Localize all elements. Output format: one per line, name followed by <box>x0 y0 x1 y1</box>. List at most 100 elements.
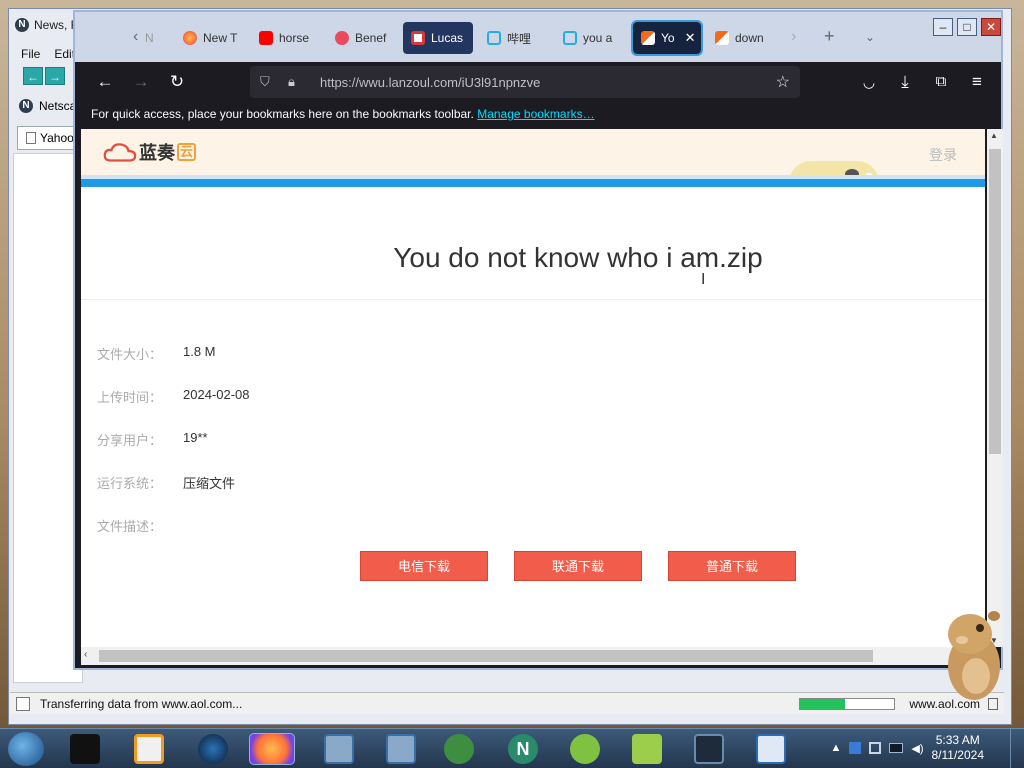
forward-arrow-icon[interactable]: → <box>129 70 153 94</box>
pocket-icon[interactable]: ◡ <box>857 70 881 94</box>
info-label: 文件大小： <box>97 347 163 362</box>
vertical-scrollbar[interactable]: ▲ ▼ <box>987 129 1003 647</box>
tray-display-icon[interactable] <box>889 743 904 753</box>
heart-icon <box>335 31 349 45</box>
text-cursor-icon: I <box>701 271 706 288</box>
tab-label: New T <box>203 31 238 45</box>
page-icon <box>26 132 36 144</box>
info-row-size: 文件大小： 1.8 M <box>97 344 216 363</box>
menu-hamburger-icon[interactable]: ≡ <box>965 70 989 94</box>
scroll-left-arrow-icon[interactable]: ‹ <box>84 649 87 660</box>
monitor-icon[interactable] <box>694 734 724 764</box>
info-value: 1.8 M <box>183 344 216 359</box>
tab-you-a[interactable]: you a <box>555 22 625 54</box>
tray-expand-icon[interactable]: ▲ <box>830 742 841 754</box>
clock-date: 8/11/2024 <box>931 748 985 762</box>
globe-icon[interactable] <box>198 734 228 764</box>
status-page-icon <box>16 696 30 711</box>
navigation-toolbar: ← → ↻ ⛉ 🔒︎ https://wwu.lanzoul.com/iU3l9… <box>75 62 1001 102</box>
tab-label: down <box>735 31 764 45</box>
tab-current[interactable]: Yo ✕ <box>631 20 703 56</box>
bg-window-title: N News, F <box>15 15 78 35</box>
back-arrow-icon[interactable]: ← <box>23 67 43 85</box>
netscape-icon: N <box>15 18 29 32</box>
bg-bookmark-item[interactable]: N Netsca <box>19 99 76 113</box>
list-all-tabs-chevron-icon[interactable]: ⌄ <box>865 30 875 44</box>
forward-arrow-icon[interactable]: → <box>45 67 65 85</box>
minimize-button[interactable]: – <box>933 18 953 36</box>
lanzou-icon <box>641 31 655 45</box>
start-button[interactable] <box>8 732 44 766</box>
menu-edit[interactable]: Edit <box>54 47 75 61</box>
horizontal-scrollbar[interactable]: ‹ <box>81 647 985 665</box>
youtube-icon <box>259 31 273 45</box>
tab-benef[interactable]: Benef <box>327 22 397 54</box>
unicom-download-button[interactable]: 联通下载 <box>514 551 642 581</box>
close-window-button[interactable]: ✕ <box>981 18 1001 36</box>
manage-bookmarks-link[interactable]: Manage bookmarks… <box>477 107 594 121</box>
info-row-description: 文件描述： <box>97 516 183 535</box>
site-logo[interactable]: 蓝奏 云 <box>103 139 197 165</box>
lanzou-icon <box>715 31 729 45</box>
new-tab-plus-icon[interactable]: + <box>824 26 835 47</box>
network-computer-icon[interactable] <box>386 734 416 764</box>
header-blue-band <box>81 175 985 187</box>
bg-window-title-text: News, F <box>34 18 79 32</box>
tab-new-tab[interactable]: New T <box>175 22 247 54</box>
netscape-taskbar-icon[interactable]: N <box>508 734 538 764</box>
tab-lucas[interactable]: Lucas <box>403 22 473 54</box>
security-shield-icon[interactable] <box>444 734 474 764</box>
status-bar: Transferring data from www.aol.com... ww… <box>10 692 1004 714</box>
shield-doc-icon[interactable] <box>756 734 786 764</box>
maximize-button[interactable]: □ <box>957 18 977 36</box>
tab-scroll-left-icon[interactable]: ‹ <box>133 28 138 46</box>
extensions-icon[interactable]: ⧉ <box>929 70 953 94</box>
bg-bookmark-label: Netsca <box>39 99 77 113</box>
clock-time: 5:33 AM <box>935 733 980 747</box>
tab-bilibili[interactable]: 哔哩 <box>479 22 549 54</box>
menu-file[interactable]: File <box>21 47 40 61</box>
address-bar[interactable]: ⛉ 🔒︎ https://wwu.lanzoul.com/iU3l91npnzv… <box>250 66 800 98</box>
tab-horse[interactable]: horse <box>251 22 321 54</box>
scroll-up-arrow-icon[interactable]: ▲ <box>990 131 998 140</box>
tab-label: horse <box>279 31 310 45</box>
info-label: 上传时间： <box>97 390 163 405</box>
info-value: 19** <box>183 430 208 445</box>
tab-close-icon[interactable]: ✕ <box>685 30 696 46</box>
puzzle-icon[interactable] <box>632 734 662 764</box>
clock[interactable]: 5:33 AM 8/11/2024 <box>932 733 985 763</box>
tab-down[interactable]: down <box>707 22 777 54</box>
terminal-icon[interactable] <box>70 734 100 764</box>
url-text[interactable]: https://wwu.lanzoul.com/iU3l91npnzve <box>320 75 776 90</box>
tab-label: Lucas <box>431 31 464 45</box>
horizontal-scroll-thumb[interactable] <box>99 650 873 662</box>
add-green-icon[interactable] <box>570 734 600 764</box>
downloads-icon[interactable]: ⤓ <box>893 70 917 94</box>
firefox-window: ‹ N New T horse Benef Lucas 哔哩 you a Yo … <box>73 10 1003 670</box>
tray-network-icon[interactable] <box>869 742 882 754</box>
tab-label: you a <box>583 31 613 45</box>
firefox-taskbar-icon[interactable] <box>249 733 295 765</box>
reload-icon[interactable]: ↻ <box>165 70 189 94</box>
normal-download-button[interactable]: 普通下载 <box>668 551 796 581</box>
network-computer-icon[interactable] <box>324 734 354 764</box>
vertical-scroll-thumb[interactable] <box>989 149 1001 454</box>
taskbar: N ▲ ◀︎) 5:33 AM 8/11/2024 <box>0 728 1024 768</box>
media-player-icon[interactable] <box>134 734 164 764</box>
lock-icon[interactable]: 🔒︎ <box>288 74 306 90</box>
show-desktop-button[interactable] <box>1010 729 1024 768</box>
login-link[interactable]: 登录 <box>929 145 957 165</box>
tab-0[interactable]: N <box>145 22 163 54</box>
tab-label: Yo <box>661 31 675 45</box>
telecom-download-button[interactable]: 电信下载 <box>360 551 488 581</box>
info-label: 运行系统： <box>97 476 163 491</box>
hamster-icon <box>948 611 1000 700</box>
bookmark-star-icon[interactable]: ☆ <box>776 72 790 92</box>
tracking-shield-icon[interactable]: ⛉ <box>260 74 278 90</box>
tray-app-icon[interactable] <box>849 742 862 754</box>
netscape-icon: N <box>19 99 33 113</box>
back-arrow-icon[interactable]: ← <box>93 70 117 94</box>
info-label: 分享用户： <box>97 433 163 448</box>
volume-icon[interactable]: ◀︎) <box>911 742 923 755</box>
tab-scroll-right-icon[interactable]: › <box>791 28 796 46</box>
